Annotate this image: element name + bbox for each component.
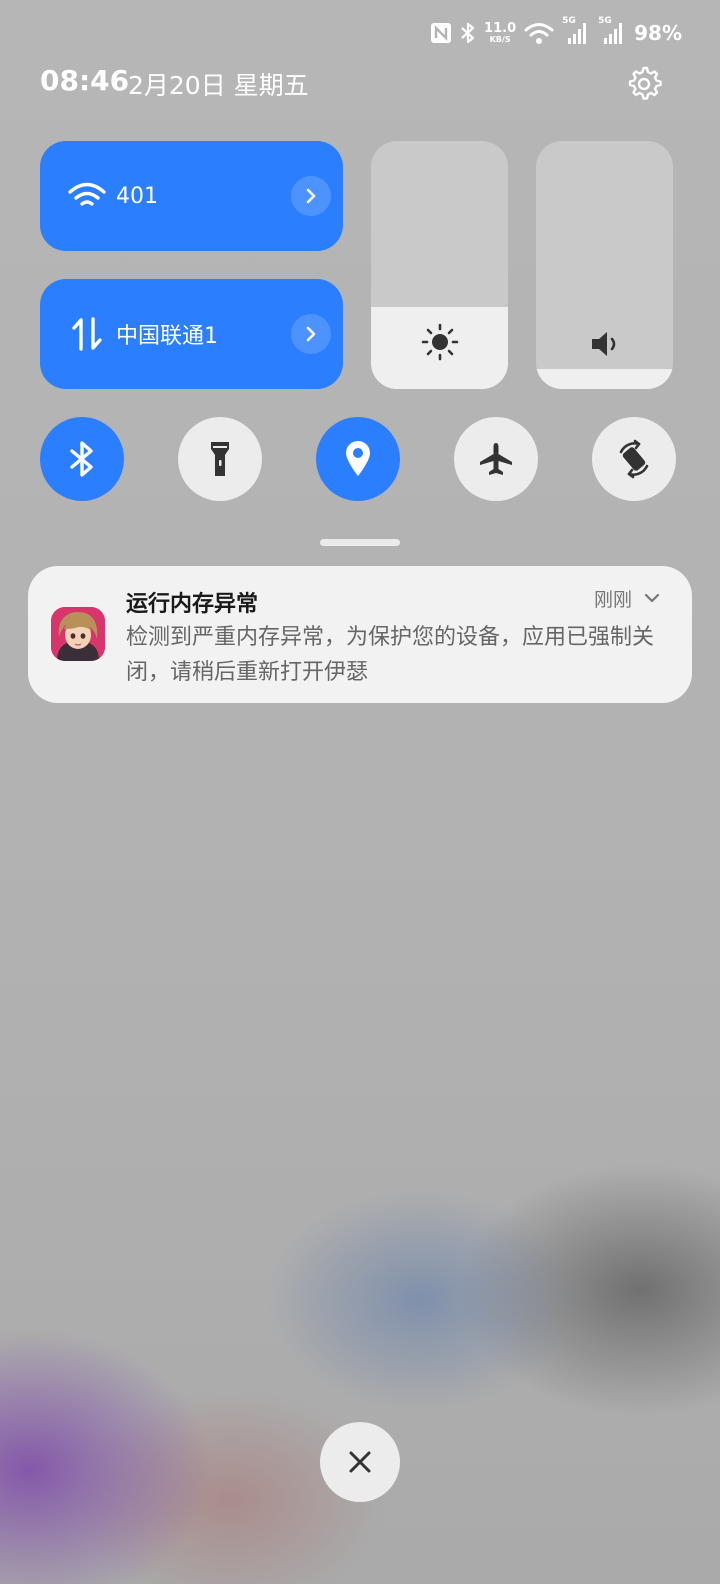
airplane-mode-toggle[interactable] <box>454 417 538 501</box>
chevron-right-icon <box>306 326 316 342</box>
bluetooth-icon <box>460 21 476 45</box>
auto-rotate-toggle[interactable] <box>592 417 676 501</box>
notification-time: 刚刚 <box>593 589 632 611</box>
mobile-data-details-button[interactable] <box>291 314 331 354</box>
brightness-icon <box>371 323 508 361</box>
wifi-icon <box>524 21 554 45</box>
app-icon <box>51 607 105 661</box>
volume-slider-fill <box>536 369 673 389</box>
bluetooth-toggle[interactable] <box>40 417 124 501</box>
wifi-network-name: 401 <box>116 183 158 209</box>
mobile-data-tile[interactable]: 中国联通1 <box>40 279 343 389</box>
brightness-slider[interactable] <box>371 141 508 389</box>
signal-icon: 5G <box>562 16 590 46</box>
rotate-icon <box>619 439 649 479</box>
location-icon <box>346 441 370 476</box>
notification-body: 检测到严重内存异常，为保护您的设备，应用已强制关闭，请稍后重新打开伊瑟 <box>126 625 655 685</box>
network-speed: 11.0 KB/S <box>484 22 516 44</box>
clock-time: 08:46 <box>40 64 130 97</box>
chevron-down-icon <box>644 593 660 603</box>
chevron-right-icon <box>306 188 316 204</box>
wifi-icon <box>64 173 110 219</box>
carrier-name: 中国联通1 <box>116 324 218 349</box>
gear-icon <box>628 66 662 100</box>
settings-button[interactable] <box>624 64 664 104</box>
date-label: 2月20日 星期五 <box>128 71 309 100</box>
mobile-data-icon <box>64 311 110 357</box>
battery-level: 98% <box>634 21 682 45</box>
notification-title: 运行内存异常 <box>126 592 259 617</box>
location-toggle[interactable] <box>316 417 400 501</box>
wifi-details-button[interactable] <box>291 176 331 216</box>
signal-icon: 5G <box>598 16 626 46</box>
airplane-icon <box>480 443 512 475</box>
volume-slider[interactable] <box>536 141 673 389</box>
wifi-tile[interactable]: 401 <box>40 141 343 251</box>
flashlight-icon <box>211 442 229 476</box>
bluetooth-icon <box>70 441 93 477</box>
signal-type-label: 5G <box>598 16 612 26</box>
network-speed-value: 11.0 <box>484 21 517 36</box>
status-bar: 11.0 KB/S 5G 5G 98% <box>430 16 682 50</box>
flashlight-toggle[interactable] <box>178 417 262 501</box>
notification-expand-button[interactable] <box>640 586 664 610</box>
nfc-icon <box>430 22 452 44</box>
network-speed-unit: KB/S <box>489 35 511 44</box>
panel-drag-handle[interactable] <box>320 539 400 546</box>
close-panel-button[interactable] <box>320 1422 400 1502</box>
close-icon <box>349 1451 371 1473</box>
signal-type-label: 5G <box>562 16 576 26</box>
notification-card[interactable]: 运行内存异常 刚刚 检测到严重内存异常，为保护您的设备，应用已强制关闭，请稍后重… <box>28 566 692 703</box>
volume-icon <box>536 327 673 361</box>
